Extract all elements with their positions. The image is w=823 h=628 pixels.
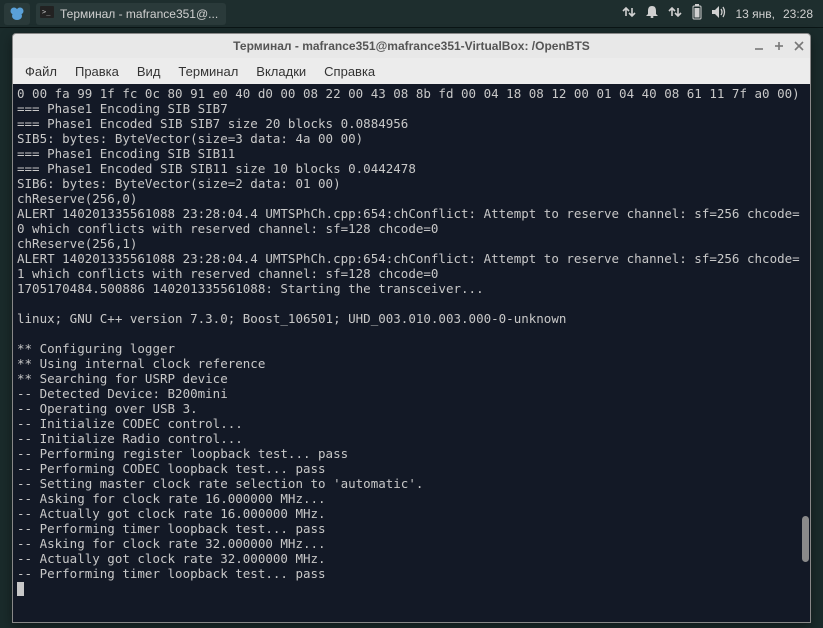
- terminal-cursor: [17, 582, 24, 596]
- network-up-icon[interactable]: [622, 5, 636, 22]
- network-down-icon[interactable]: [668, 5, 682, 22]
- terminal-output[interactable]: 0 00 fa 99 1f fc 0c 80 91 e0 40 d0 00 08…: [13, 84, 810, 622]
- maximize-button[interactable]: [774, 39, 784, 54]
- menu-terminal[interactable]: Терминал: [178, 64, 238, 79]
- close-button[interactable]: [794, 39, 804, 54]
- volume-icon[interactable]: [712, 5, 727, 22]
- menu-tabs[interactable]: Вкладки: [256, 64, 306, 79]
- clock-date: 13 янв,: [735, 7, 775, 21]
- app-launcher-button[interactable]: [4, 3, 30, 25]
- terminal-icon: >_: [40, 6, 54, 21]
- system-tray: [622, 4, 735, 23]
- clock-time: 23:28: [783, 7, 813, 21]
- window-titlebar[interactable]: Терминал - mafrance351@mafrance351-Virtu…: [13, 34, 810, 58]
- scrollbar-thumb[interactable]: [802, 516, 809, 562]
- menu-edit[interactable]: Правка: [75, 64, 119, 79]
- svg-text:>_: >_: [42, 8, 51, 16]
- menu-bar: Файл Правка Вид Терминал Вкладки Справка: [13, 58, 810, 84]
- menu-file[interactable]: Файл: [25, 64, 57, 79]
- system-panel: >_ Терминал - mafrance351@... 13 янв, 23…: [0, 0, 823, 28]
- terminal-scrollbar[interactable]: [800, 84, 810, 622]
- menu-help[interactable]: Справка: [324, 64, 375, 79]
- terminal-window: Терминал - mafrance351@mafrance351-Virtu…: [12, 33, 811, 623]
- xfce-mouse-icon: [9, 6, 25, 22]
- window-title: Терминал - mafrance351@mafrance351-Virtu…: [13, 39, 810, 53]
- taskbar-item-terminal[interactable]: >_ Терминал - mafrance351@...: [36, 3, 226, 25]
- battery-icon[interactable]: [692, 4, 702, 23]
- taskbar-item-label: Терминал - mafrance351@...: [60, 7, 218, 21]
- menu-view[interactable]: Вид: [137, 64, 161, 79]
- notification-bell-icon[interactable]: [646, 5, 658, 22]
- clock[interactable]: 13 янв, 23:28: [735, 7, 819, 21]
- minimize-button[interactable]: [754, 39, 764, 54]
